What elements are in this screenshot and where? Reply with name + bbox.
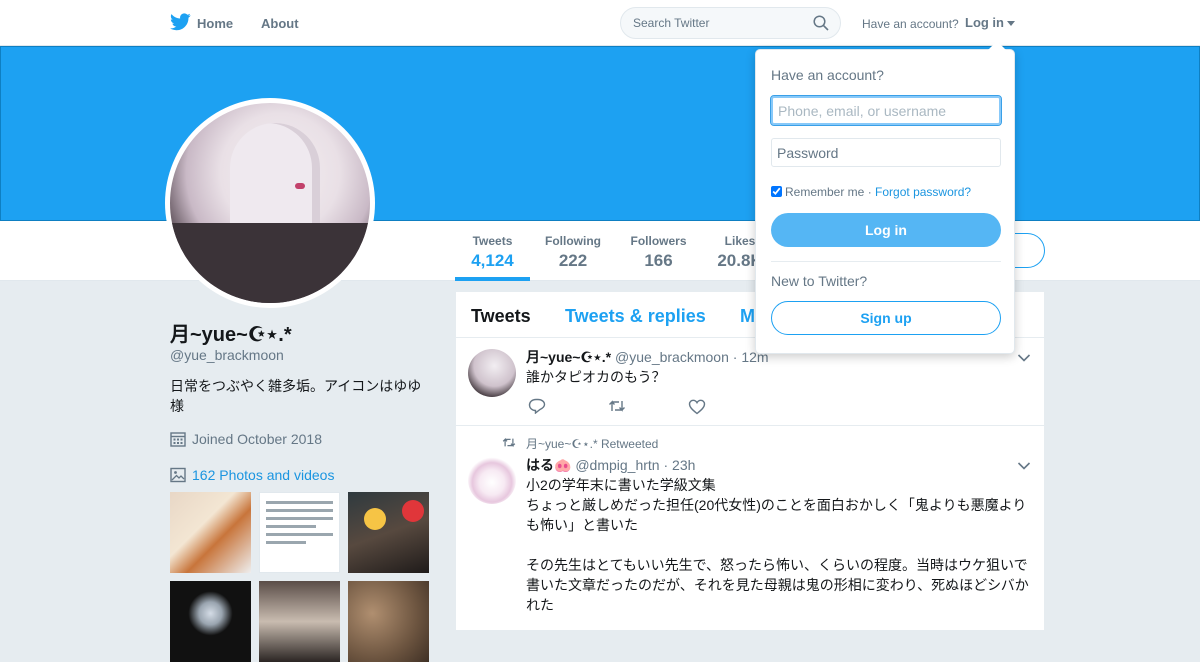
login-button[interactable]: Log in <box>771 213 1001 247</box>
search-placeholder: Search Twitter <box>633 16 710 30</box>
tweet-author[interactable]: 月~yue~☪⋆.* <box>526 349 611 365</box>
signup-button[interactable]: Sign up <box>771 301 1001 335</box>
tweet-handle[interactable]: @yue_brackmoon <box>615 349 729 365</box>
retweet-small-icon <box>502 435 516 453</box>
dropdown-title: Have an account? <box>771 67 884 83</box>
tweet-text: 小2の学年末に書いた学級文集 ちょっと厳しめだった担任(20代女性)のことを面白… <box>526 477 1029 613</box>
stat-label: Followers <box>630 234 687 248</box>
stat-value: 222 <box>558 251 588 270</box>
password-input[interactable] <box>771 138 1001 167</box>
photos-videos-link[interactable]: 162 Photos and videos <box>170 467 334 483</box>
calendar-icon <box>170 432 186 447</box>
divider <box>771 261 1001 262</box>
separator-dot: · <box>867 185 872 199</box>
retweeted-by-text[interactable]: 月~yue~☪⋆.* Retweeted <box>526 435 658 452</box>
search-icon[interactable] <box>813 15 829 36</box>
media-thumbnail[interactable] <box>348 581 429 662</box>
forgot-password-link[interactable]: Forgot password? <box>875 185 971 199</box>
search-input[interactable]: Search Twitter <box>620 7 841 39</box>
remember-row: Remember me · Forgot password? <box>771 185 971 199</box>
have-account-text: Have an account? <box>862 17 959 31</box>
media-thumbnail[interactable] <box>259 492 340 573</box>
chevron-down-icon[interactable] <box>1017 458 1031 476</box>
stat-value: 166 <box>644 251 673 270</box>
media-thumbnail[interactable] <box>170 581 251 662</box>
stat-followers[interactable]: Followers 166 <box>622 234 695 271</box>
login-dropdown: Have an account? Remember me · Forgot pa… <box>755 41 1015 354</box>
remember-me-label[interactable]: Remember me <box>785 185 864 199</box>
new-to-twitter-text: New to Twitter? <box>771 273 868 289</box>
nav-home-link[interactable]: Home <box>197 16 233 31</box>
nav-about-link[interactable]: About <box>261 16 299 31</box>
media-thumbnail[interactable] <box>348 492 429 573</box>
stat-value: 4,124 <box>471 251 514 270</box>
profile-bio: 日常をつぶやく雑多垢。アイコンはゆゆ様 <box>170 378 422 414</box>
stat-label: Following <box>545 234 601 248</box>
profile-avatar[interactable] <box>165 98 375 308</box>
image-icon <box>170 467 186 483</box>
reply-icon[interactable] <box>528 398 546 419</box>
tweet-avatar[interactable] <box>468 349 516 397</box>
stat-following[interactable]: Following 222 <box>537 234 609 271</box>
username-input[interactable] <box>770 95 1002 126</box>
profile-handle[interactable]: @yue_brackmoon <box>170 347 284 363</box>
media-thumbnail[interactable] <box>259 581 340 662</box>
tweet-header: 月~yue~☪⋆.* @yue_brackmoon · 12m <box>526 347 769 367</box>
chevron-down-icon[interactable] <box>1017 350 1031 368</box>
tab-tweets-replies[interactable]: Tweets & replies <box>565 306 706 327</box>
tweet-dot: · <box>732 349 738 365</box>
twitter-bird-icon[interactable] <box>170 13 191 36</box>
joined-date: Joined October 2018 <box>170 431 322 447</box>
login-menu-toggle[interactable]: Log in <box>965 15 1004 30</box>
joined-text: Joined October 2018 <box>192 431 322 447</box>
like-heart-icon[interactable] <box>688 399 706 420</box>
tweet-avatar[interactable] <box>468 456 516 504</box>
stat-tweets[interactable]: Tweets 4,124 <box>455 234 530 271</box>
top-navigation-bar: Home About Search Twitter Have an accoun… <box>0 0 1200 46</box>
photos-videos-text: 162 Photos and videos <box>192 467 335 483</box>
tweet-dot: · <box>663 457 669 473</box>
media-thumbnail[interactable] <box>170 492 251 573</box>
tweet-time[interactable]: 23h <box>672 457 695 473</box>
remember-me-checkbox[interactable] <box>771 186 782 197</box>
stat-label: Tweets <box>472 234 513 248</box>
tweet-author[interactable]: はる🐽 <box>526 457 571 473</box>
tweet-item[interactable]: 月~yue~☪⋆.* Retweeted はる🐽 @dmpig_hrtn · 2… <box>456 426 1044 630</box>
tweet-handle[interactable]: @dmpig_hrtn <box>575 457 659 473</box>
tweet-header: はる🐽 @dmpig_hrtn · 23h <box>526 455 695 475</box>
tweet-text: 誰かタピオカのもう？ <box>526 369 666 385</box>
retweet-icon[interactable] <box>608 399 626 418</box>
active-stat-underline <box>455 277 530 281</box>
tab-tweets[interactable]: Tweets <box>471 306 531 327</box>
caret-down-icon[interactable] <box>1007 21 1015 26</box>
profile-name[interactable]: 月~yue~☪⋆.* <box>170 318 292 347</box>
